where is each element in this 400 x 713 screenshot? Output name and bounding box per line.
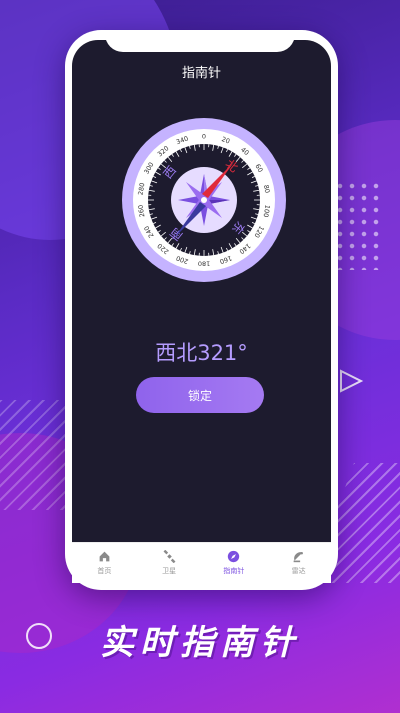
degree-label: 80 (262, 184, 271, 194)
compass-dial: 0 20 40 60 80 100 120 140 160 180 200 220 240 260 280 3… (122, 118, 286, 282)
bottom-tab-bar: 首页 卫星 指南针 雷达 (72, 542, 331, 583)
lock-button[interactable]: 锁定 (136, 377, 264, 413)
degree-label: 180 (198, 260, 210, 268)
promo-slogan: 实时指南针 (100, 623, 300, 663)
heading-readout: 西北321° (155, 341, 248, 365)
home-icon (99, 551, 110, 562)
tab-home[interactable]: 首页 (72, 543, 137, 583)
tab-label: 首页 (97, 567, 112, 575)
compass-icon (228, 550, 240, 563)
radar-icon (293, 552, 304, 563)
compass-svg: 0 204060801001201401601802002202402602803… (122, 118, 286, 282)
degree-label: 0 (202, 133, 206, 141)
app-screen: 指南针 0 20 40 60 80 100 120 140 160 180 200 220 240 260… (72, 40, 331, 542)
tab-label: 雷达 (291, 567, 306, 575)
decorative-stripes (0, 400, 70, 510)
triangle-decoration-icon (340, 369, 364, 393)
page-title: 指南针 (181, 66, 221, 81)
tab-compass[interactable]: 指南针 (202, 543, 267, 583)
tab-label: 指南针 (223, 567, 245, 575)
tab-label: 卫星 (162, 567, 177, 575)
satellite-icon (163, 550, 176, 563)
tab-satellite[interactable]: 卫星 (137, 543, 202, 583)
phone-notch (105, 30, 295, 52)
tab-radar[interactable]: 雷达 (266, 543, 331, 583)
